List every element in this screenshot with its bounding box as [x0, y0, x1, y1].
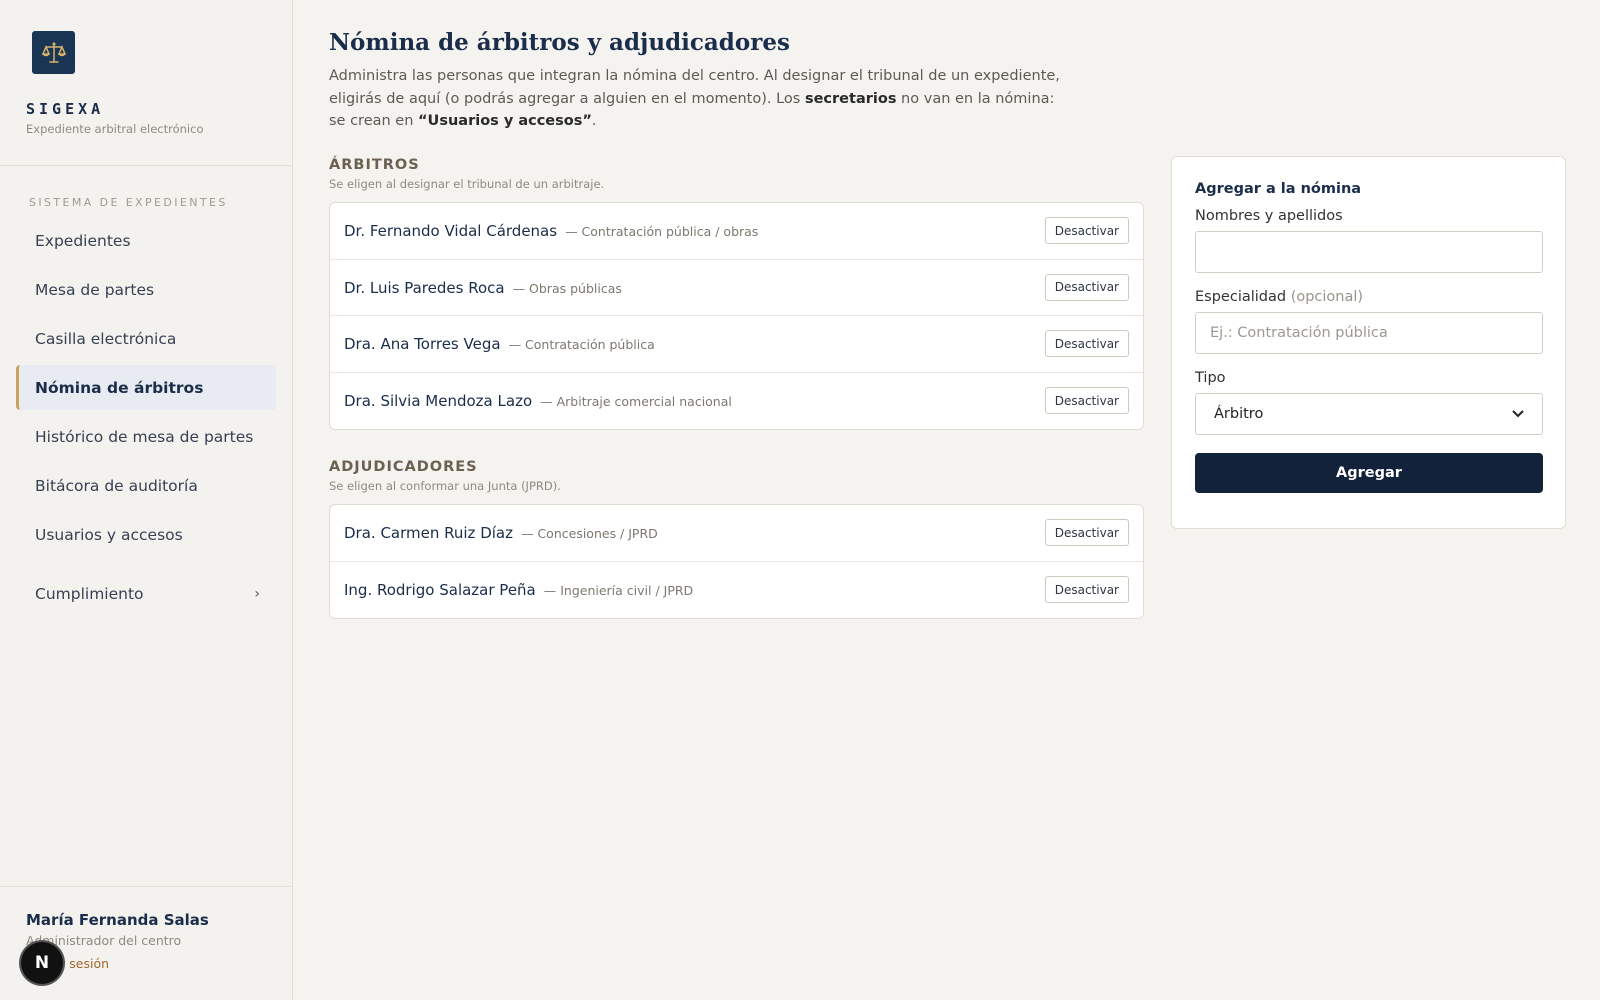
- sidebar-item-expedientes[interactable]: Expedientes: [16, 218, 276, 263]
- add-button[interactable]: Agregar: [1195, 453, 1543, 493]
- list-item: Dr. Fernando Vidal Cárdenas — Contratació…: [330, 203, 1143, 260]
- sidebar-item-bitacora[interactable]: Bitácora de auditoría: [16, 463, 276, 508]
- adjudicadores-section: ADJUDICADORES Se eligen al conformar una…: [329, 459, 1144, 619]
- brand-block: SIGEXA Expediente arbitral electrónico: [0, 0, 292, 166]
- sidebar-item-casilla-electronica[interactable]: Casilla electrónica: [16, 316, 276, 361]
- sidebar-item-label: Nómina de árbitros: [35, 378, 204, 397]
- name-input[interactable]: [1195, 231, 1543, 273]
- person-name: Dr. Luis Paredes Roca: [344, 278, 505, 297]
- brand-name: SIGEXA: [26, 100, 105, 118]
- person-name: Dra. Carmen Ruiz Díaz: [344, 524, 513, 543]
- adjudicadores-list: Dra. Carmen Ruiz Díaz — Concesiones / JPR…: [329, 504, 1144, 619]
- sidebar-item-label: Histórico de mesa de partes: [35, 427, 254, 446]
- deactivate-button[interactable]: Desactivar: [1044, 387, 1129, 415]
- arbitros-section: ÁRBITROS Se eligen al designar el tribun…: [329, 157, 1144, 430]
- list-item: Dr. Luis Paredes Roca — Obras públicas De…: [330, 260, 1143, 316]
- user-name: María Fernanda Salas: [26, 911, 209, 929]
- add-to-roster-panel: Agregar a la nómina Nombres y apellidos …: [1171, 156, 1566, 529]
- page-description: Administra las personas que integran la …: [329, 68, 1060, 129]
- deactivate-button[interactable]: Desactivar: [1044, 273, 1129, 301]
- sidebar-item-mesa-de-partes[interactable]: Mesa de partes: [16, 267, 276, 312]
- sidebar-item-historico[interactable]: Histórico de mesa de partes: [16, 414, 276, 459]
- list-item: Dra. Ana Torres Vega — Contratación públi…: [330, 316, 1143, 373]
- section-heading: ÁRBITROS: [329, 157, 420, 173]
- list-item: Dra. Silvia Mendoza Lazo — Arbitraje come…: [330, 373, 1143, 430]
- section-heading: ADJUDICADORES: [329, 459, 478, 475]
- sidebar-item-label: Expedientes: [35, 231, 131, 250]
- section-subheading: Se eligen al conformar una Junta (JPRD).: [329, 479, 561, 493]
- sidebar-nav: Expedientes Mesa de partes Casilla elect…: [0, 218, 292, 616]
- user-box: María Fernanda Salas Administrador del c…: [0, 886, 292, 1000]
- sidebar-group-cumplimiento[interactable]: Cumplimiento ›: [16, 571, 276, 616]
- person-specialty: — Arbitraje comercial nacional: [540, 394, 732, 410]
- sidebar-item-label: Cumplimiento: [35, 584, 144, 603]
- type-select[interactable]: Árbitro: [1195, 393, 1543, 435]
- arbitros-list: Dr. Fernando Vidal Cárdenas — Contratació…: [329, 202, 1144, 430]
- roster-lists: ÁRBITROS Se eligen al designar el tribun…: [329, 157, 1144, 619]
- main-content: Nómina de árbitros y adjudicadores Admin…: [329, 0, 1569, 619]
- person-specialty: — Obras públicas: [512, 280, 622, 296]
- person-specialty: — Contratación pública: [508, 337, 655, 353]
- type-select-value: Árbitro: [1214, 406, 1264, 422]
- deactivate-button[interactable]: Desactivar: [1044, 217, 1129, 245]
- scales-icon[interactable]: [32, 31, 75, 74]
- person-specialty: — Ingeniería civil / JPRD: [543, 583, 694, 599]
- list-item: Ing. Rodrigo Salazar Peña — Ingeniería ci…: [330, 562, 1143, 619]
- sidebar-item-label: Bitácora de auditoría: [35, 476, 198, 495]
- person-name: Dr. Fernando Vidal Cárdenas: [344, 222, 558, 241]
- sidebar-item-label: Mesa de partes: [35, 280, 155, 299]
- panel-title: Agregar a la nómina: [1195, 181, 1362, 197]
- chevron-right-icon: ›: [254, 585, 260, 602]
- deactivate-button[interactable]: Desactivar: [1044, 330, 1129, 358]
- user-role: Administrador del centro: [26, 933, 182, 948]
- sidebar-item-nomina-de-arbitros[interactable]: Nómina de árbitros: [16, 365, 276, 410]
- person-name: Dra. Silvia Mendoza Lazo: [344, 392, 533, 411]
- specialty-input[interactable]: [1195, 312, 1543, 354]
- avatar[interactable]: N: [21, 942, 63, 984]
- specialty-field-label: Especialidad (opcional): [1195, 289, 1364, 305]
- person-specialty: — Contratación pública / obras: [565, 224, 759, 240]
- sidebar-item-usuarios[interactable]: Usuarios y accesos: [16, 512, 276, 557]
- person-name: Ing. Rodrigo Salazar Peña: [344, 581, 536, 600]
- chevron-down-icon: [1512, 406, 1524, 422]
- sidebar-item-label: Casilla electrónica: [35, 329, 177, 348]
- sidebar: SIGEXA Expediente arbitral electrónico S…: [0, 0, 293, 1000]
- person-specialty: — Concesiones / JPRD: [520, 526, 658, 542]
- type-field-label: Tipo: [1195, 370, 1226, 386]
- name-field-label: Nombres y apellidos: [1195, 208, 1343, 224]
- brand-tagline: Expediente arbitral electrónico: [26, 122, 204, 136]
- sidebar-item-label: Usuarios y accesos: [35, 525, 183, 544]
- page-title: Nómina de árbitros y adjudicadores: [329, 29, 790, 56]
- section-subheading: Se eligen al designar el tribunal de un …: [329, 177, 605, 191]
- list-item: Dra. Carmen Ruiz Díaz — Concesiones / JPR…: [330, 505, 1143, 562]
- deactivate-button[interactable]: Desactivar: [1044, 576, 1129, 604]
- deactivate-button[interactable]: Desactivar: [1044, 519, 1129, 547]
- sidebar-section-label: SISTEMA DE EXPEDIENTES: [29, 196, 228, 209]
- person-name: Dra. Ana Torres Vega: [344, 335, 501, 354]
